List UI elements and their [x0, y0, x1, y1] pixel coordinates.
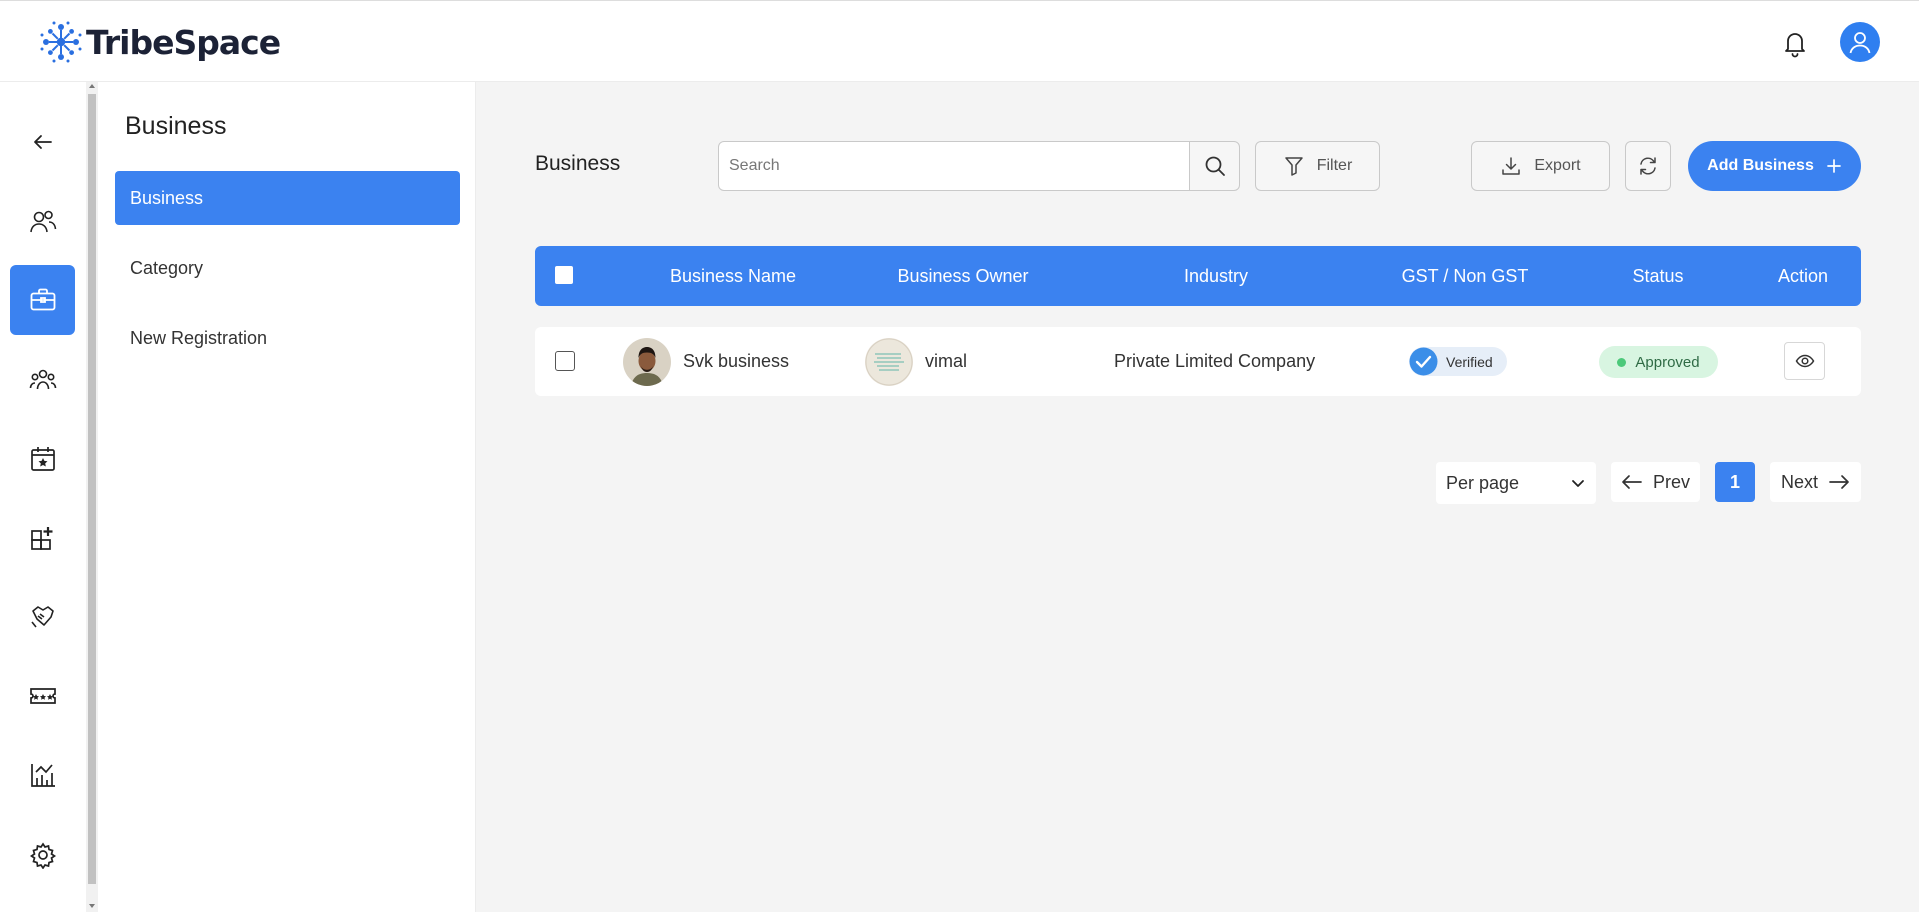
- rail-item-analytics[interactable]: [10, 740, 75, 810]
- submenu-item-label: New Registration: [130, 327, 268, 348]
- rail-item-community[interactable]: [10, 345, 75, 415]
- arrow-right-icon: [1829, 475, 1849, 489]
- per-page-label: Per page: [1446, 472, 1520, 493]
- download-icon: [1502, 157, 1521, 175]
- tribespace-logo-icon: [40, 21, 82, 63]
- filter-label: Filter: [1316, 157, 1353, 174]
- icon-rail: [0, 82, 86, 912]
- bar-chart-icon: [30, 764, 55, 787]
- view-button[interactable]: [1784, 342, 1825, 380]
- gear-icon: [29, 842, 56, 869]
- profile-button[interactable]: [1840, 22, 1880, 62]
- business-submenu: Business Business Category New Registrat…: [98, 82, 476, 912]
- gst-verified-badge: Verified: [1409, 347, 1507, 376]
- column-header[interactable]: Industry: [1184, 246, 1248, 306]
- rail-item-events[interactable]: [10, 424, 75, 494]
- select-all-checkbox[interactable]: [555, 266, 573, 284]
- brand-logo[interactable]: TribeSpace: [38, 19, 281, 65]
- filter-icon: [1284, 157, 1303, 176]
- briefcase-icon: [30, 288, 55, 311]
- top-header: TribeSpace: [0, 0, 1919, 82]
- rail-item-business[interactable]: [10, 265, 75, 335]
- scroll-down-arrow-icon[interactable]: [89, 904, 95, 908]
- row-checkbox[interactable]: [555, 351, 575, 371]
- column-header[interactable]: Business Owner: [897, 246, 1028, 306]
- add-business-button[interactable]: Add Business: [1688, 141, 1861, 191]
- page-number-button[interactable]: 1: [1715, 462, 1755, 502]
- export-button[interactable]: Export: [1471, 141, 1610, 191]
- chevron-down-icon: [1572, 480, 1584, 487]
- search-button[interactable]: [1189, 141, 1240, 191]
- rail-item-users[interactable]: [10, 187, 75, 257]
- rail-item-partnerships[interactable]: [10, 582, 75, 652]
- rail-scrollbar[interactable]: [86, 82, 98, 912]
- export-label: Export: [1534, 157, 1581, 174]
- refresh-icon: [1640, 157, 1656, 175]
- business-name-cell: Svk business: [623, 327, 789, 396]
- status-label: Approved: [1635, 353, 1700, 371]
- per-page-select[interactable]: Per page: [1436, 462, 1596, 504]
- calendar-star-icon: [30, 447, 55, 471]
- prev-label: Prev: [1652, 471, 1690, 492]
- users-icon: [29, 210, 56, 233]
- column-header[interactable]: Action: [1778, 246, 1828, 306]
- search-icon: [1205, 156, 1225, 176]
- filter-button[interactable]: Filter: [1255, 141, 1380, 191]
- submenu-item-label: Category: [130, 257, 204, 278]
- submenu-title: Business: [125, 112, 227, 140]
- verified-check-icon: [1409, 347, 1438, 376]
- column-header[interactable]: Business Name: [670, 246, 796, 306]
- eye-icon: [1795, 354, 1814, 368]
- group-icon: [29, 369, 56, 390]
- bell-icon: [1785, 33, 1805, 58]
- scroll-up-arrow-icon[interactable]: [89, 84, 95, 88]
- submenu-item-new-registration[interactable]: New Registration: [115, 311, 460, 365]
- arrow-left-icon: [33, 135, 52, 149]
- blocks-plus-icon: [30, 527, 52, 550]
- rail-item-settings[interactable]: [10, 820, 75, 890]
- next-page-button[interactable]: Next: [1770, 462, 1861, 502]
- rail-item-modules[interactable]: [10, 503, 75, 573]
- brand-name: TribeSpace: [86, 22, 281, 62]
- user-icon: [1849, 32, 1871, 54]
- search-input[interactable]: [718, 141, 1190, 191]
- status-badge: Approved: [1599, 346, 1718, 378]
- status-dot: [1617, 357, 1627, 367]
- scrollbar-thumb[interactable]: [88, 94, 96, 884]
- submenu-item-business[interactable]: Business: [115, 171, 460, 225]
- notifications-button[interactable]: [1779, 27, 1811, 59]
- plus-icon: [1826, 159, 1841, 173]
- prev-page-button[interactable]: Prev: [1611, 462, 1700, 502]
- table-header: Business Name Business Owner Industry GS…: [535, 246, 1861, 306]
- business-owner: vimal: [925, 351, 968, 371]
- submenu-item-category[interactable]: Category: [115, 241, 460, 295]
- arrow-left-icon: [1622, 475, 1642, 489]
- industry-cell: Private Limited Company: [1114, 351, 1316, 371]
- back-button[interactable]: [10, 107, 75, 177]
- column-header[interactable]: GST / Non GST: [1402, 246, 1529, 306]
- business-name[interactable]: Svk business: [683, 351, 789, 372]
- business-owner-cell: vimal: [865, 327, 967, 396]
- ticket-icon: [29, 688, 56, 704]
- page-title: Business: [535, 152, 621, 175]
- refresh-button[interactable]: [1625, 141, 1671, 191]
- handshake-icon: [30, 606, 54, 628]
- table-row[interactable]: Svk business vimal Private Limited Compa…: [535, 327, 1861, 396]
- gst-status-label: Verified: [1446, 353, 1493, 370]
- column-header[interactable]: Status: [1632, 246, 1683, 306]
- owner-avatar: [865, 337, 913, 386]
- rail-item-tickets[interactable]: [10, 661, 75, 731]
- next-label: Next: [1780, 471, 1818, 492]
- business-avatar: [623, 337, 671, 386]
- add-business-label: Add Business: [1707, 157, 1814, 174]
- submenu-item-label: Business: [130, 187, 204, 208]
